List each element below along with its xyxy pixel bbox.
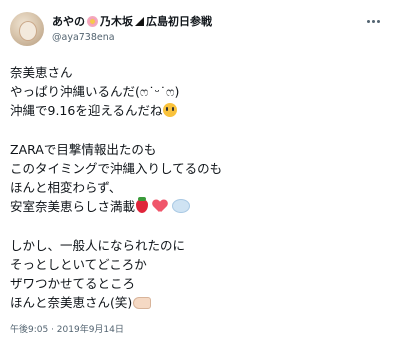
avatar[interactable] xyxy=(10,12,44,46)
tweet-line: そっとしといてどころか xyxy=(10,256,147,272)
thought-bubble-icon xyxy=(171,199,190,214)
tweet-line: ZARAで目撃情報出たのも xyxy=(10,141,157,157)
tweet-header: あやの 乃木坂 広島初日参戦 @aya738ena xyxy=(10,10,384,50)
pointing-hand-icon xyxy=(133,297,152,310)
author-names: あやの 乃木坂 広島初日参戦 @aya738ena xyxy=(52,13,352,43)
tweet-line: 沖縄で9.16を迎えるんだね xyxy=(10,101,384,120)
crying-face-icon xyxy=(163,103,178,118)
tweet-text: 奈美恵さん やっぱり沖縄いるんだ(ෆ˙ᵕ˙ෆ) 沖縄で9.16を迎えるんだね Z… xyxy=(10,63,384,312)
user-handle[interactable]: @aya738ena xyxy=(52,32,352,43)
display-name-prefix: あやの xyxy=(52,15,85,28)
triangle-flag-icon xyxy=(135,16,144,26)
tweet-line: このタイミングで沖縄入りしてるのも xyxy=(10,160,223,176)
heart-icon xyxy=(153,200,167,213)
tweet-timestamp[interactable]: 午後9:05 · 2019年9月14日 xyxy=(10,322,124,335)
avatar-face xyxy=(19,21,37,41)
display-name-suffix: 乃木坂 xyxy=(100,15,133,28)
tweet-line: ほんと奈美恵さん(笑) xyxy=(10,293,384,312)
tweet-line: しかし、一般人になられたのに xyxy=(10,237,186,253)
flower-icon xyxy=(87,15,98,27)
tweet-line: 奈美恵さん xyxy=(10,65,73,80)
more-horizontal-icon[interactable] xyxy=(364,14,382,28)
tweet-line: ほんと相変わらず、 xyxy=(10,180,122,196)
display-name-tail: 広島初日参戦 xyxy=(146,15,212,28)
strawberry-icon xyxy=(136,197,149,214)
display-name[interactable]: あやの 乃木坂 広島初日参戦 xyxy=(52,13,352,29)
tweet-line: 安室奈美恵らしさ満載 xyxy=(10,197,384,216)
tweet-line: やっぱり沖縄いるんだ(ෆ˙ᵕ˙ෆ) xyxy=(10,84,180,100)
tweet-line: ザワつかせてるところ xyxy=(10,276,136,292)
